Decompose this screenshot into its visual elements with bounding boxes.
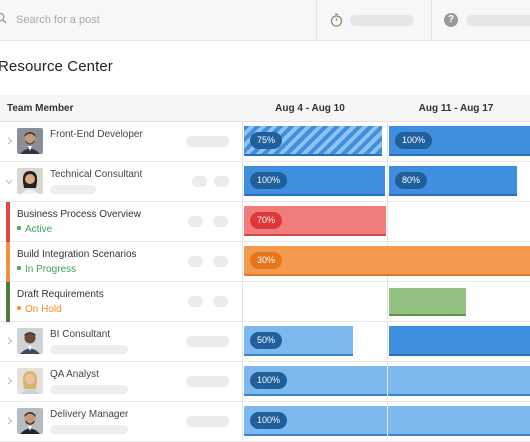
action-placeholder[interactable] (188, 296, 203, 307)
allocation-bar[interactable] (389, 288, 466, 316)
action-placeholder[interactable] (214, 176, 229, 187)
placeholder (50, 185, 96, 194)
action-placeholder[interactable] (213, 216, 228, 227)
avatar (17, 328, 43, 354)
member-name[interactable]: Delivery Manager (50, 409, 128, 420)
allocation-badge: 50% (250, 332, 283, 349)
allocation-bar[interactable]: 80% (389, 166, 517, 196)
allocation-badge: 80% (395, 172, 428, 189)
allocation-badge: 75% (250, 132, 283, 149)
allocation-bar[interactable]: 100% (244, 406, 387, 436)
task-row[interactable]: Build Integration Scenarios In Progress … (0, 242, 530, 282)
action-placeholder[interactable] (188, 256, 203, 267)
table-row[interactable]: Delivery Manager 100% (0, 402, 530, 442)
help-placeholder (466, 15, 530, 26)
divider (431, 0, 432, 41)
search-icon[interactable] (0, 12, 7, 24)
team-member-header: Team Member (7, 103, 74, 114)
member-name[interactable]: BI Consultant (50, 329, 110, 340)
member-name[interactable]: QA Analyst (50, 369, 99, 380)
avatar (17, 128, 43, 154)
action-placeholder[interactable] (186, 416, 229, 427)
action-placeholder[interactable] (186, 376, 229, 387)
table-row[interactable]: BI Consultant 50% (0, 322, 530, 362)
table-row[interactable]: QA Analyst 100% (0, 362, 530, 402)
allocation-badge: 100% (250, 172, 288, 189)
action-placeholder[interactable] (186, 336, 229, 347)
allocation-bar[interactable]: 50% (244, 326, 353, 356)
allocation-badge: 30% (250, 252, 283, 269)
task-color-stripe (6, 202, 10, 242)
divider (316, 0, 317, 41)
help-icon[interactable]: ? (444, 13, 458, 27)
action-placeholder[interactable] (186, 136, 229, 147)
task-status: On Hold (17, 304, 62, 315)
allocation-badge: 100% (395, 132, 433, 149)
action-placeholder[interactable] (192, 176, 207, 187)
task-color-stripe (6, 242, 10, 282)
task-row[interactable]: Business Process Overview Active 70% (0, 202, 530, 242)
placeholder (50, 345, 128, 354)
allocation-badge: 100% (250, 372, 288, 389)
task-row[interactable]: Draft Requirements On Hold (0, 282, 530, 322)
action-placeholder[interactable] (188, 216, 203, 227)
chevron-down-icon[interactable] (5, 179, 13, 185)
task-name[interactable]: Business Process Overview (17, 209, 141, 220)
task-status: In Progress (17, 264, 76, 275)
allocation-bar[interactable]: 100% (244, 366, 387, 396)
member-name[interactable]: Technical Consultant (50, 169, 142, 180)
timer-icon[interactable] (330, 13, 343, 27)
table-header: Team Member Aug 4 - Aug 10 Aug 11 - Aug … (0, 95, 530, 122)
avatar (17, 408, 43, 434)
avatar (17, 168, 43, 194)
member-name[interactable]: Front-End Developer (50, 129, 143, 140)
top-bar: ? (0, 0, 530, 41)
allocation-bar[interactable]: 100% (389, 126, 530, 156)
timer-placeholder (350, 15, 414, 26)
table-row[interactable]: Technical Consultant 100% 80% (0, 162, 530, 202)
allocation-bar[interactable]: 30% (244, 246, 388, 276)
task-name[interactable]: Draft Requirements (17, 289, 104, 300)
allocation-bar[interactable] (389, 326, 530, 356)
allocation-bar[interactable]: 75% (244, 126, 382, 156)
search-input[interactable] (16, 12, 306, 28)
action-placeholder[interactable] (213, 296, 228, 307)
table-row[interactable]: Front-End Developer 75% 100% (0, 122, 530, 162)
avatar (17, 368, 43, 394)
page-title: Resource Center (0, 58, 113, 75)
status-label: Active (25, 224, 53, 235)
allocation-bar[interactable] (388, 246, 530, 276)
week-header: Aug 4 - Aug 10 (275, 103, 345, 114)
week-header: Aug 11 - Aug 17 (418, 103, 494, 114)
chevron-right-icon[interactable] (7, 377, 13, 385)
allocation-bar[interactable]: 100% (244, 166, 385, 196)
allocation-bar[interactable]: 70% (244, 206, 386, 236)
placeholder (50, 385, 128, 394)
chevron-right-icon[interactable] (7, 417, 13, 425)
task-name[interactable]: Build Integration Scenarios (17, 249, 137, 260)
action-placeholder[interactable] (213, 256, 228, 267)
allocation-badge: 70% (250, 212, 283, 229)
allocation-badge: 100% (250, 412, 288, 429)
allocation-bar[interactable] (388, 366, 530, 396)
status-label: In Progress (25, 264, 77, 275)
placeholder (50, 425, 128, 434)
chevron-right-icon[interactable] (7, 137, 13, 145)
task-color-stripe (6, 282, 10, 322)
status-label: On Hold (25, 304, 62, 315)
chevron-right-icon[interactable] (7, 337, 13, 345)
allocation-bar[interactable] (388, 406, 530, 436)
task-status: Active (17, 224, 52, 235)
